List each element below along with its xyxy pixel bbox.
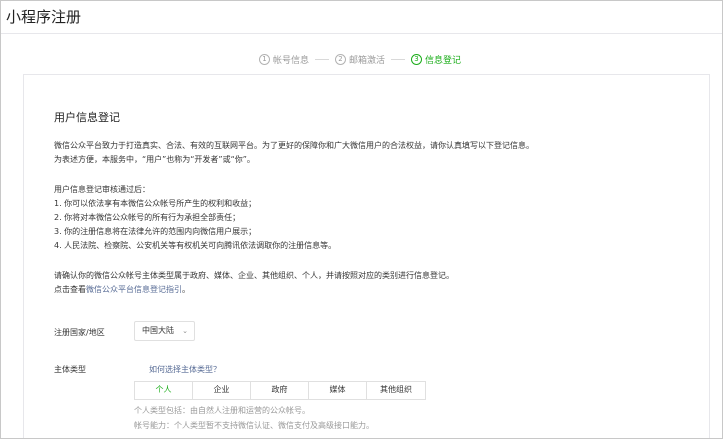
section-title: 用户信息登记	[54, 111, 120, 124]
step-number: 2	[335, 53, 347, 65]
tab-personal[interactable]: 个人	[135, 382, 193, 399]
intro-line: 为表述方便，本服务中，“用户”也称为“开发者”或“你”。	[54, 155, 255, 164]
content-border-right	[709, 74, 710, 438]
tab-other-organization[interactable]: 其他组织	[367, 382, 425, 399]
page-title: 小程序注册	[6, 8, 82, 26]
step-connector	[315, 58, 330, 60]
rules-intro: 用户信息登记审核通过后：	[54, 185, 150, 194]
step-account-info: 1 帐号信息	[259, 53, 309, 66]
registration-guide-link[interactable]: 微信公众平台信息登记指引	[86, 285, 182, 294]
rule-item: 1. 你可以依法享有本微信公众帐号所产生的权利和收益；	[54, 199, 257, 208]
tab-enterprise[interactable]: 企业	[193, 382, 251, 399]
rule-item: 2. 你将对本微信公众帐号的所有行为承担全部责任；	[54, 213, 241, 222]
notice-paragraph: 请确认你的微信公众帐号主体类型属于政府、媒体、企业、其他组织、个人，并请按照对应…	[54, 269, 454, 297]
region-value: 中国大陆	[142, 326, 174, 335]
progress-steps: 1 帐号信息 2 邮箱激活 3 信息登记	[259, 52, 461, 66]
step-number: 3	[411, 53, 423, 65]
entity-type-help-link[interactable]: 如何选择主体类型？	[149, 364, 221, 375]
notice-line: 点击查看微信公众平台信息登记指引。	[54, 283, 454, 297]
section-divider	[23, 74, 709, 75]
rule-item: 4. 人民法院、检察院、公安机关等有权机关可向腾讯依法调取你的注册信息等。	[54, 241, 337, 250]
step-label: 帐号信息	[273, 55, 310, 66]
step-info-registration: 3 信息登记	[411, 53, 461, 66]
step-label: 邮箱激活	[349, 55, 386, 66]
tab-media[interactable]: 媒体	[309, 382, 367, 399]
step-email-activation: 2 邮箱激活	[335, 53, 385, 66]
notice-suffix: 。	[182, 285, 190, 294]
entity-type-tabs: 个人 企业 政府 媒体 其他组织	[134, 381, 426, 400]
step-connector	[391, 58, 406, 60]
intro-line: 微信公众平台致力于打造真实、合法、有效的互联网平台。为了更好的保障你和广大微信用…	[54, 141, 534, 150]
chevron-down-icon: ⌄	[182, 327, 188, 335]
intro-paragraph: 微信公众平台致力于打造真实、合法、有效的互联网平台。为了更好的保障你和广大微信用…	[54, 139, 534, 167]
notice-line: 请确认你的微信公众帐号主体类型属于政府、媒体、企业、其他组织、个人，并请按照对应…	[54, 271, 454, 280]
region-label: 注册国家/地区	[54, 328, 105, 337]
region-select[interactable]: 中国大陆 ⌄	[134, 321, 195, 341]
step-number: 1	[259, 53, 270, 65]
entity-type-description: 个人类型包括：由自然人注册和运营的公众帐号。	[134, 406, 310, 415]
entity-type-label: 主体类型	[54, 365, 86, 374]
notice-prefix: 点击查看	[54, 285, 86, 294]
rules-list: 用户信息登记审核通过后： 1. 你可以依法享有本微信公众帐号所产生的权利和收益；…	[54, 183, 336, 253]
tab-government[interactable]: 政府	[251, 382, 309, 399]
rule-item: 3. 你的注册信息将在法律允许的范围内向微信用户展示；	[54, 227, 257, 236]
step-label: 信息登记	[425, 55, 462, 66]
registration-window: 小程序注册 1 帐号信息 2 邮箱激活 3 信息登记 用户信息登记 微信公众平台…	[0, 0, 723, 439]
entity-type-capability: 帐号能力：个人类型暂不支持微信认证、微信支付及高级接口能力。	[134, 421, 374, 430]
content-border-left	[23, 74, 24, 438]
header-divider	[1, 33, 722, 34]
